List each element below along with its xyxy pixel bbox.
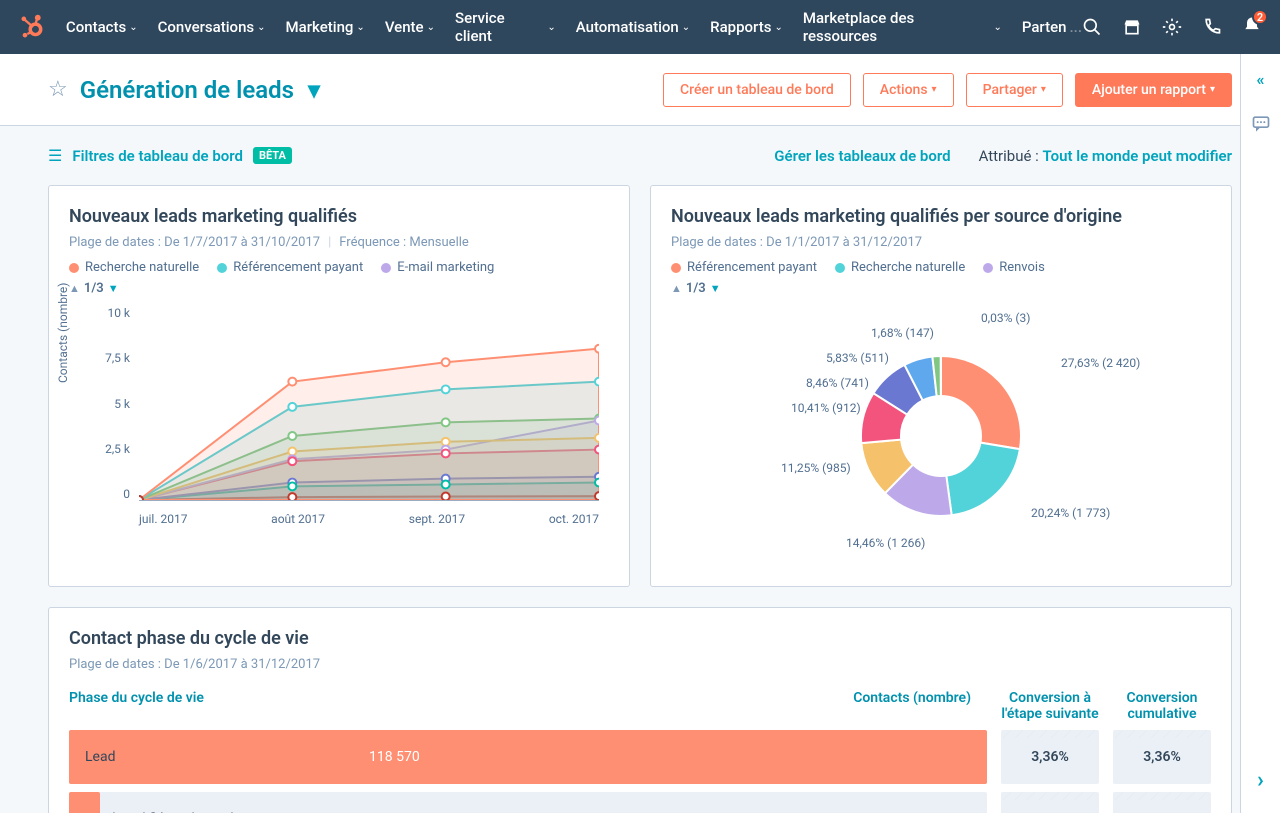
favorite-star-icon[interactable]: ☆	[48, 77, 68, 102]
legend: Recherche naturelle Référencement payant E…	[69, 260, 609, 275]
chevron-down-icon: ▾	[302, 76, 320, 104]
legend-pager[interactable]: ▲1/3▼	[69, 281, 609, 296]
donut-slice-label: 27,63% (2 420)	[1061, 356, 1140, 370]
funnel-conv-next: 42,22%	[1001, 792, 1099, 813]
card-subtitle: Plage de dates : De 1/7/2017 à 31/10/201…	[69, 235, 609, 250]
nav-item[interactable]: Marketplace des ressources ⌄	[803, 9, 1002, 45]
funnel-conv-cum: 3,36%	[1113, 730, 1211, 784]
legend-item: E-mail marketing	[381, 260, 494, 275]
funnel-conv-cum: 1,42%	[1113, 792, 1211, 813]
dashboard-content: ☰ Filtres de tableau de bord BÊTA Gérer …	[0, 126, 1280, 813]
funnel-header: Phase du cycle de vie Contacts (nombre) …	[69, 682, 1211, 730]
donut-slice-label: 20,24% (1 773)	[1031, 506, 1110, 520]
hubspot-logo-icon[interactable]	[18, 13, 46, 41]
donut-chart: 0,03% (3) 1,68% (147) 5,83% (511) 8,46% (74…	[671, 306, 1211, 566]
donut-slice-label: 11,25% (985)	[781, 461, 851, 475]
card-title: Nouveaux leads marketing qualifiés per s…	[671, 206, 1211, 227]
nav-item[interactable]: Conversations ⌄	[158, 9, 266, 45]
nav-item[interactable]: Rapports ⌄	[710, 9, 783, 45]
nav-item[interactable]: Service client ⌄	[455, 9, 556, 45]
collapse-icon[interactable]: «	[1257, 70, 1265, 89]
filter-icon[interactable]: ☰	[48, 146, 62, 165]
card-funnel: Contact phase du cycle de vie Plage de d…	[48, 607, 1232, 813]
nav-item[interactable]: Automatisation ⌄	[576, 9, 690, 45]
card-line-chart: Nouveaux leads marketing qualifiés Plage…	[48, 185, 630, 587]
funnel-phase: Lead	[69, 749, 115, 765]
legend-item: Renvois	[983, 260, 1045, 275]
legend-pager[interactable]: ▲1/3▼	[671, 281, 1211, 296]
top-nav: Contacts ⌄ Conversations ⌄ Marketing ⌄ Vent…	[0, 0, 1280, 54]
legend-item: Recherche naturelle	[835, 260, 965, 275]
legend-item: Recherche naturelle	[69, 260, 199, 275]
legend-item: Référencement payant	[217, 260, 363, 275]
add-report-button[interactable]: Ajouter un rapport▾	[1075, 73, 1232, 107]
card-title: Nouveaux leads marketing qualifiés	[69, 206, 609, 227]
donut-slice-label: 14,46% (1 266)	[846, 536, 925, 550]
nav-item[interactable]: Vente ⌄	[385, 9, 435, 45]
line-chart: Contacts (nombre) 10 k7,5 k5 k2,5 k0 jui…	[69, 306, 609, 526]
card-title: Contact phase du cycle de vie	[69, 628, 1211, 649]
funnel-row: Lead qualifié par le marketing3 98442,22…	[69, 792, 1211, 813]
search-icon[interactable]	[1082, 17, 1102, 37]
comment-icon[interactable]	[1251, 113, 1271, 133]
funnel-conv-next: 3,36%	[1001, 730, 1099, 784]
page-header: ☆ Génération de leads ▾ Créer un tableau…	[0, 54, 1280, 126]
legend-item: Référencement payant	[671, 260, 817, 275]
funnel-row: Lead 118 570 3,36% 3,36%	[69, 730, 1211, 784]
create-dashboard-button[interactable]: Créer un tableau de bord	[663, 73, 851, 107]
donut-slice-label: 8,46% (741)	[806, 376, 869, 390]
donut-slice-label: 5,83% (511)	[826, 351, 889, 365]
notifications-icon[interactable]: 2	[1242, 15, 1262, 39]
donut-slice-label: 1,68% (147)	[871, 326, 934, 340]
funnel-value: 118 570	[369, 749, 436, 765]
nav-item[interactable]: Marketing ⌄	[286, 9, 365, 45]
donut-slice-label: 0,03% (3)	[981, 311, 1030, 325]
beta-badge: BÊTA	[253, 147, 292, 164]
actions-button[interactable]: Actions▾	[863, 73, 954, 107]
toolbar: ☰ Filtres de tableau de bord BÊTA Gérer …	[48, 146, 1232, 165]
page-title[interactable]: Génération de leads ▾	[80, 76, 320, 104]
dashboard-filters-link[interactable]: Filtres de tableau de bord	[72, 147, 243, 165]
side-panel: « ›	[1240, 54, 1280, 813]
manage-dashboards-link[interactable]: Gérer les tableaux de bord	[774, 147, 950, 165]
nav-item[interactable]: Contacts ⌄	[66, 9, 138, 45]
expand-icon[interactable]: ›	[1257, 768, 1264, 793]
card-donut-chart: Nouveaux leads marketing qualifiés per s…	[650, 185, 1232, 587]
card-subtitle: Plage de dates : De 1/1/2017 à 31/12/201…	[671, 235, 1211, 250]
marketplace-icon[interactable]	[1122, 17, 1142, 37]
share-button[interactable]: Partager▾	[966, 73, 1063, 107]
assigned-label: Attribué :	[979, 147, 1039, 165]
phone-icon[interactable]	[1202, 17, 1222, 37]
nav-item[interactable]: Parten...	[1022, 9, 1082, 45]
donut-slice-label: 10,41% (912)	[791, 401, 861, 415]
legend: Référencement payant Recherche naturelle R…	[671, 260, 1211, 275]
notification-badge: 2	[1252, 9, 1268, 25]
assigned-value[interactable]: Tout le monde peut modifier	[1043, 147, 1232, 165]
gear-icon[interactable]	[1162, 17, 1182, 37]
card-subtitle: Plage de dates : De 1/6/2017 à 31/12/201…	[69, 657, 1211, 672]
